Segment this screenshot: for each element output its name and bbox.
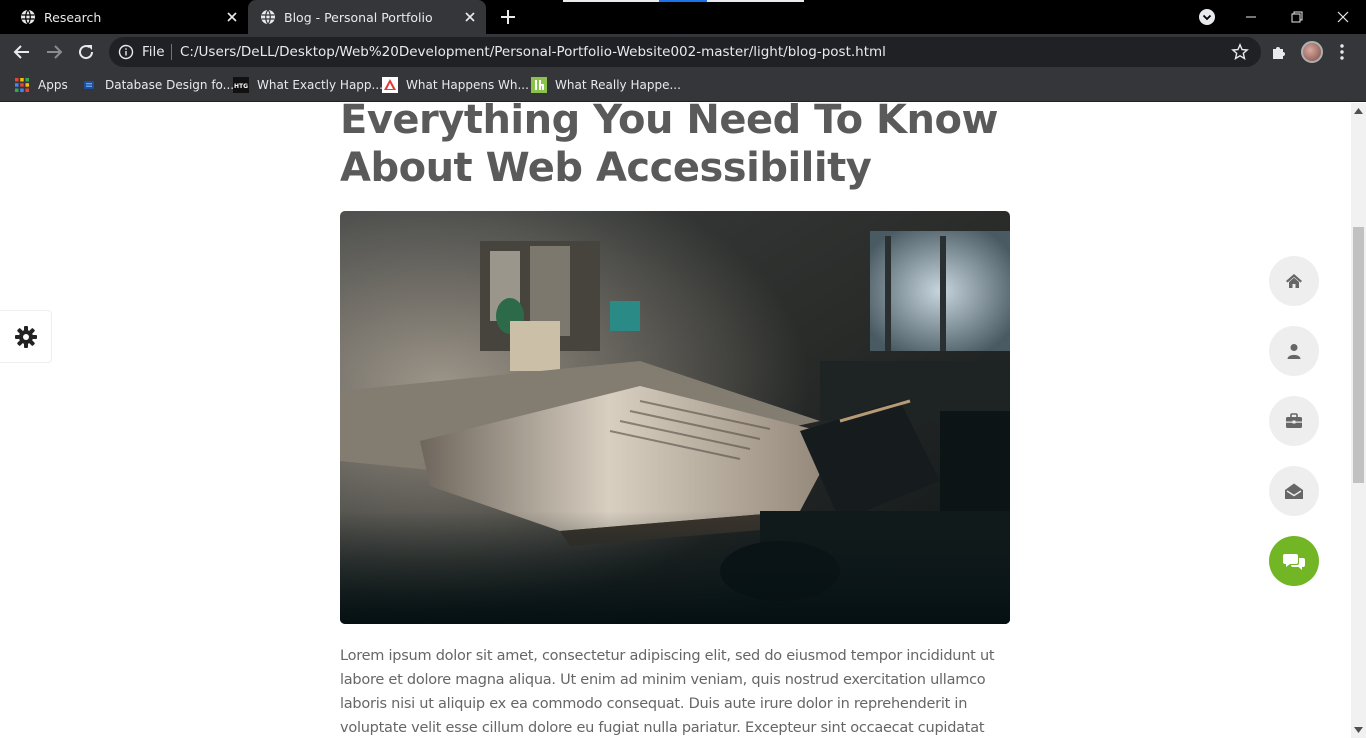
menu-kebab-icon[interactable] [1338, 43, 1346, 61]
tab-title: Research [44, 9, 102, 25]
gear-icon [14, 325, 37, 348]
bookmark-what-exactly-happ[interactable]: HTG What Exactly Happ... [233, 77, 383, 93]
bookmark-label: Apps [38, 78, 68, 92]
user-icon [1287, 344, 1301, 359]
url-scheme-label: File [142, 44, 165, 60]
tab-strip: Research Blog - Personal Portfolio [0, 0, 1366, 34]
page-viewport: Everything You Need To Know About Web Ac… [0, 103, 1366, 738]
bookmark-apps[interactable]: Apps [14, 77, 68, 93]
extensions-puzzle-icon[interactable] [1270, 43, 1288, 61]
nav-portfolio-button[interactable] [1269, 396, 1319, 446]
bookmark-what-really-happe[interactable]: What Really Happe... [531, 77, 681, 93]
omnibox-divider [171, 44, 172, 60]
profile-avatar[interactable] [1301, 41, 1323, 63]
tab-search-icon[interactable] [1199, 9, 1215, 25]
bookmark-label: What Exactly Happ... [257, 78, 383, 92]
globe-icon [261, 9, 275, 25]
scroll-up-arrow-icon[interactable] [1354, 108, 1363, 114]
triangle-favicon [382, 77, 398, 93]
restore-icon [1291, 11, 1303, 23]
bookmarks-bar: Apps Database Design fo... HTG What Exac… [0, 70, 1366, 102]
tab-research[interactable]: Research [0, 0, 248, 34]
restore-button[interactable] [1274, 0, 1320, 34]
info-icon[interactable] [118, 44, 134, 60]
forward-arrow-icon[interactable] [44, 42, 64, 62]
toolbar: File C:/Users/DeLL/Desktop/Web%20Develop… [0, 34, 1366, 70]
nav-home-button[interactable] [1269, 256, 1319, 306]
hero-image [340, 211, 1010, 624]
close-window-button[interactable] [1320, 0, 1366, 34]
book-on-desk-illustration [340, 211, 1010, 624]
lh-favicon [531, 77, 547, 93]
new-tab-icon[interactable] [499, 8, 517, 26]
apps-grid-icon [15, 78, 29, 92]
back-arrow-icon[interactable] [12, 42, 32, 62]
scroll-down-arrow-icon[interactable] [1354, 727, 1363, 733]
post-title: Everything You Need To Know About Web Ac… [340, 103, 998, 191]
bookmark-star-icon[interactable] [1231, 43, 1249, 61]
nav-about-button[interactable] [1269, 326, 1319, 376]
address-bar[interactable]: File C:/Users/DeLL/Desktop/Web%20Develop… [109, 37, 1261, 67]
minimize-icon [1246, 16, 1256, 18]
bookmark-label: Database Design fo... [105, 78, 235, 92]
htg-favicon: HTG [233, 77, 249, 93]
close-tab-icon[interactable] [224, 9, 240, 25]
tab-title: Blog - Personal Portfolio [284, 9, 433, 25]
svg-text:HTG: HTG [234, 83, 248, 90]
loading-indicator [563, 0, 804, 2]
post-body-text: Lorem ipsum dolor sit amet, consectetur … [340, 648, 995, 736]
home-icon [1286, 274, 1302, 288]
url-text[interactable]: C:/Users/DeLL/Desktop/Web%20Development/… [180, 44, 886, 60]
close-icon [1337, 11, 1349, 23]
globe-icon [21, 9, 35, 25]
close-tab-icon[interactable] [462, 9, 478, 25]
bookmark-database-design[interactable]: Database Design fo... [81, 77, 234, 93]
bookmark-label: What Really Happe... [555, 78, 681, 92]
bookmark-what-happens-wh[interactable]: What Happens Wh... [382, 77, 529, 93]
tab-blog-personal-portfolio[interactable]: Blog - Personal Portfolio [248, 0, 486, 34]
bookmark-label: What Happens Wh... [406, 78, 529, 92]
nav-blog-button[interactable] [1269, 536, 1319, 586]
color-settings-toggle[interactable] [0, 310, 52, 363]
nav-contact-button[interactable] [1269, 466, 1319, 516]
briefcase-icon [1286, 413, 1302, 428]
minimize-button[interactable] [1228, 0, 1274, 34]
vertical-scrollbar[interactable] [1351, 103, 1366, 738]
database-favicon [84, 81, 94, 89]
comments-icon [1283, 554, 1305, 570]
envelope-open-icon [1285, 483, 1303, 499]
reload-icon[interactable] [76, 42, 96, 62]
scroll-thumb[interactable] [1353, 227, 1364, 483]
